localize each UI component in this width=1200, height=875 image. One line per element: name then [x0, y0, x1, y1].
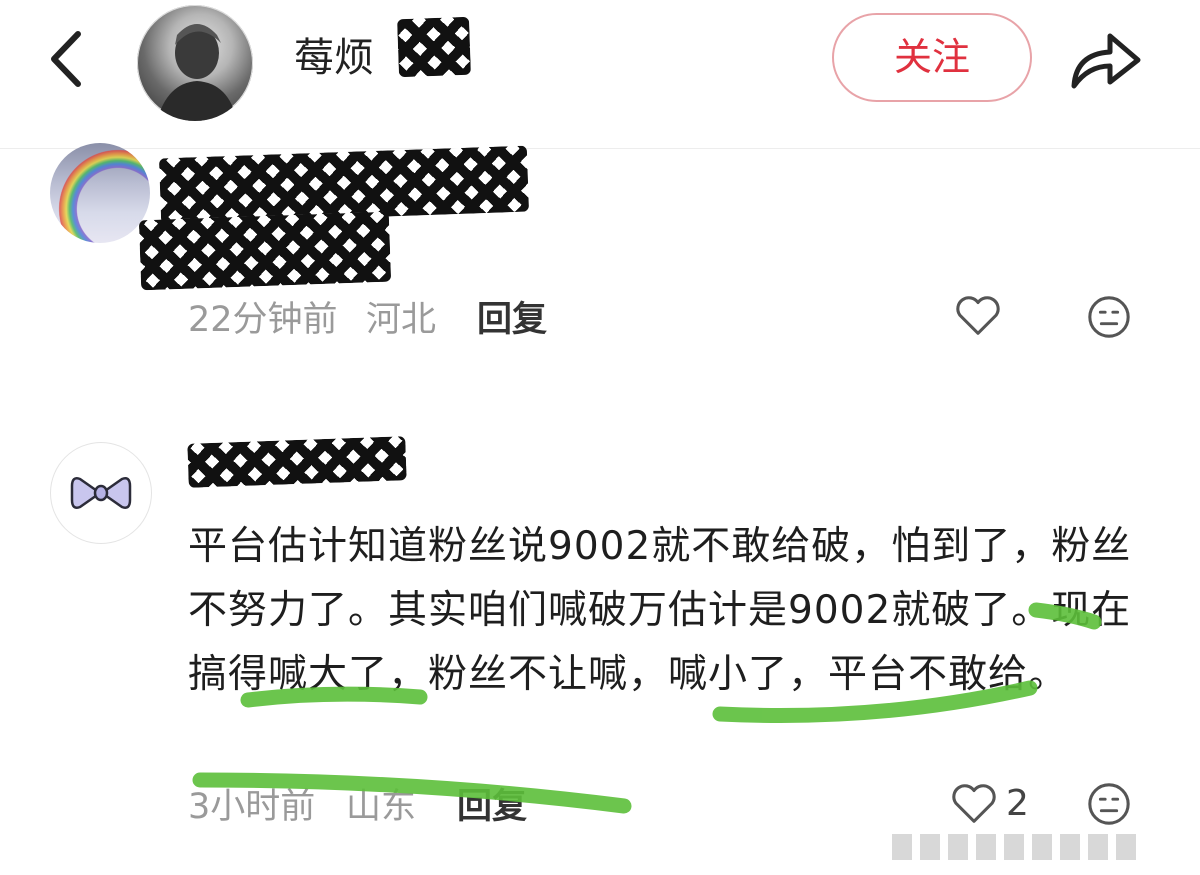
reply-button[interactable]: 回复 — [477, 298, 547, 342]
comment-location: 河北 — [366, 300, 437, 340]
comment-time: 3小时前 — [188, 787, 316, 827]
redaction-mark — [187, 436, 407, 488]
author-name: 莓烦 — [294, 35, 374, 81]
follow-button[interactable]: 关注 — [832, 13, 1032, 102]
comment-time: 22分钟前 — [188, 300, 338, 340]
heart-icon[interactable] — [950, 782, 998, 826]
redaction-mark — [397, 16, 471, 78]
comment-location: 山东 — [346, 787, 417, 827]
commenter-avatar[interactable] — [50, 442, 152, 544]
watermark — [892, 834, 1136, 860]
bow-icon — [70, 477, 132, 509]
author-avatar[interactable] — [137, 5, 253, 121]
dislike-face-icon[interactable] — [1086, 294, 1132, 340]
commenter-avatar[interactable] — [50, 143, 150, 243]
comment-text: 平台估计知道粉丝说9002就不敢给破，怕到了，粉丝不努力了。其实咱们喊破万估计是… — [188, 524, 1132, 697]
redaction-mark — [138, 211, 392, 291]
reply-button[interactable]: 回复 — [457, 785, 527, 829]
share-icon[interactable] — [1066, 24, 1146, 94]
person-photo-icon — [157, 24, 237, 121]
heart-icon[interactable] — [954, 294, 1002, 338]
rainbow-image — [58, 149, 150, 243]
like-count: 2 — [1006, 783, 1029, 824]
dislike-face-icon[interactable] — [1086, 781, 1132, 827]
back-arrow-icon[interactable] — [40, 24, 100, 94]
